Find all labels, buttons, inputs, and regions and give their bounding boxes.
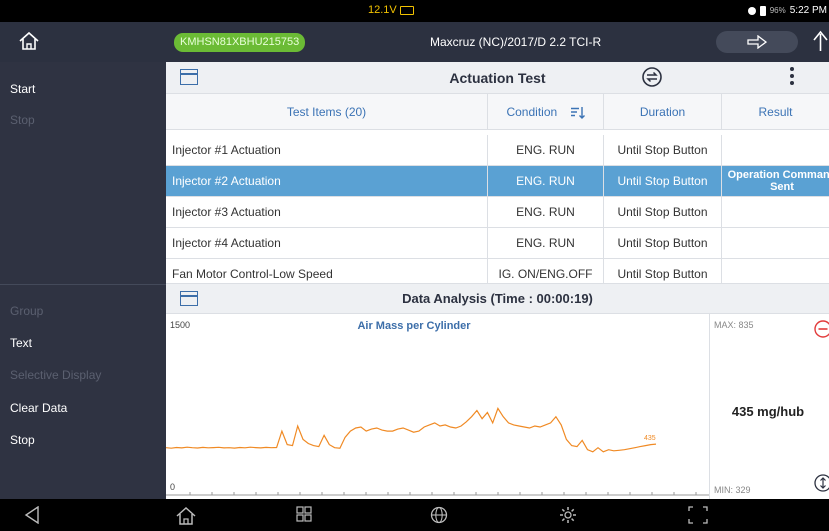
battery-percent: 96% <box>769 6 786 15</box>
home-nav-icon[interactable] <box>175 506 197 531</box>
home-icon[interactable] <box>18 31 40 56</box>
column-duration[interactable]: Duration <box>604 94 722 130</box>
data-analysis-label: Data Analysis <box>402 291 487 306</box>
test-item-name: Injector #4 Actuation <box>166 228 488 259</box>
max-value-label: MAX: 835 <box>714 320 754 330</box>
test-item-condition: ENG. RUN <box>488 135 604 166</box>
test-item-condition: ENG. RUN <box>488 166 604 197</box>
more-options-icon[interactable] <box>790 67 794 85</box>
column-condition-label: Condition <box>506 105 558 119</box>
test-items-list: Injector #1 Actuation ENG. RUN Until Sto… <box>166 130 829 283</box>
elapsed-time: (Time : 00:00:19) <box>490 291 593 306</box>
system-status: 96% 5:22 PM <box>747 5 827 16</box>
column-test-items[interactable]: Test Items (20) <box>166 94 488 130</box>
arrow-right-icon <box>747 35 767 49</box>
android-nav-bar <box>0 499 829 531</box>
vehicle-description: Maxcruz (NC)/2017/D 2.2 TCI-R <box>430 35 602 49</box>
test-item-duration: Until Stop Button <box>604 228 722 259</box>
test-item-name: Injector #3 Actuation <box>166 197 488 228</box>
current-value: 435 mg/hub <box>731 404 805 419</box>
app-header: KMHSN81XBHU215753 Maxcruz (NC)/2017/D 2.… <box>0 22 829 62</box>
test-item-result <box>722 135 829 166</box>
sidebar-group: Group <box>10 304 44 318</box>
table-row[interactable]: Injector #3 Actuation ENG. RUN Until Sto… <box>166 197 829 228</box>
upload-icon[interactable] <box>812 30 829 57</box>
actuation-title: Actuation Test <box>449 70 546 86</box>
table-row[interactable]: Injector #4 Actuation ENG. RUN Until Sto… <box>166 228 829 259</box>
actuation-header: Actuation Test <box>166 62 829 94</box>
swap-icon[interactable] <box>640 65 664 94</box>
y-axis-min-label: 0 <box>170 482 176 492</box>
table-header: Test Items (20) Condition Duration Resul… <box>166 94 829 130</box>
back-icon[interactable] <box>24 505 40 529</box>
test-item-result <box>722 259 829 283</box>
do-not-disturb-icon <box>747 6 756 15</box>
data-analysis-title: Data Analysis (Time : 00:00:19) <box>166 291 829 306</box>
test-item-result: Operation Command Sent <box>727 169 829 193</box>
sidebar-start[interactable]: Start <box>10 82 35 96</box>
test-item-duration: Until Stop Button <box>604 197 722 228</box>
table-row[interactable]: Fan Motor Control-Low Speed IG. ON/ENG.O… <box>166 259 829 283</box>
sidebar-stop[interactable]: Stop <box>10 433 35 447</box>
sort-icon[interactable] <box>570 106 585 119</box>
last-value-label: 435 <box>644 435 656 442</box>
series-line <box>166 407 657 453</box>
scale-toggle-icon[interactable] <box>814 474 829 497</box>
test-item-result <box>722 197 829 228</box>
line-chart: 435 <box>166 407 709 496</box>
column-result[interactable]: Result <box>722 94 829 130</box>
vin-badge: KMHSN81XBHU215753 <box>174 33 306 52</box>
live-graph[interactable]: 435 1500 Air Mass per Cylinder 0 <box>166 314 709 499</box>
sidebar-divider <box>0 284 166 285</box>
sidebar-text[interactable]: Text <box>10 336 32 350</box>
test-item-name: Injector #1 Actuation <box>166 135 488 166</box>
globe-icon[interactable] <box>430 506 448 529</box>
status-bar: 12.1V 96% 5:22 PM <box>0 0 829 22</box>
value-readout: MAX: 835 435 mg/hub MIN: 329 <box>709 314 829 499</box>
table-row[interactable]: Injector #1 Actuation ENG. RUN Until Sto… <box>166 135 829 166</box>
test-item-duration: Until Stop Button <box>604 166 722 197</box>
sidebar-selective-display: Selective Display <box>10 368 102 382</box>
screenshot-icon[interactable] <box>688 506 708 529</box>
chart-title: Air Mass per Cylinder <box>357 320 471 332</box>
test-item-name: Fan Motor Control-Low Speed <box>166 259 488 283</box>
data-analysis-header: Data Analysis (Time : 00:00:19) <box>166 283 829 314</box>
test-item-result <box>722 228 829 259</box>
test-item-condition: ENG. RUN <box>488 228 604 259</box>
recent-apps-icon[interactable] <box>296 506 312 527</box>
test-item-condition: IG. ON/ENG.OFF <box>488 259 604 283</box>
sidebar: Start Stop Group Text Selective Display … <box>0 62 166 499</box>
test-item-condition: ENG. RUN <box>488 197 604 228</box>
car-battery-icon <box>399 5 414 15</box>
test-item-name: Injector #2 Actuation <box>166 166 488 197</box>
sidebar-clear-data[interactable]: Clear Data <box>10 401 67 415</box>
clock: 5:22 PM <box>789 5 827 16</box>
test-item-duration: Until Stop Button <box>604 259 722 283</box>
settings-gear-icon[interactable] <box>559 506 577 529</box>
voltage-indicator: 12.1V <box>368 4 414 16</box>
battery-icon <box>759 5 766 16</box>
forward-button[interactable] <box>716 31 798 53</box>
remove-icon[interactable] <box>814 320 829 343</box>
column-condition[interactable]: Condition <box>488 94 604 130</box>
sidebar-stop-disabled: Stop <box>10 113 35 127</box>
min-value-label: MIN: 329 <box>714 485 751 495</box>
test-item-duration: Until Stop Button <box>604 135 722 166</box>
voltage-value: 12.1V <box>368 4 397 16</box>
table-row-selected[interactable]: Injector #2 Actuation ENG. RUN Until Sto… <box>166 166 829 197</box>
